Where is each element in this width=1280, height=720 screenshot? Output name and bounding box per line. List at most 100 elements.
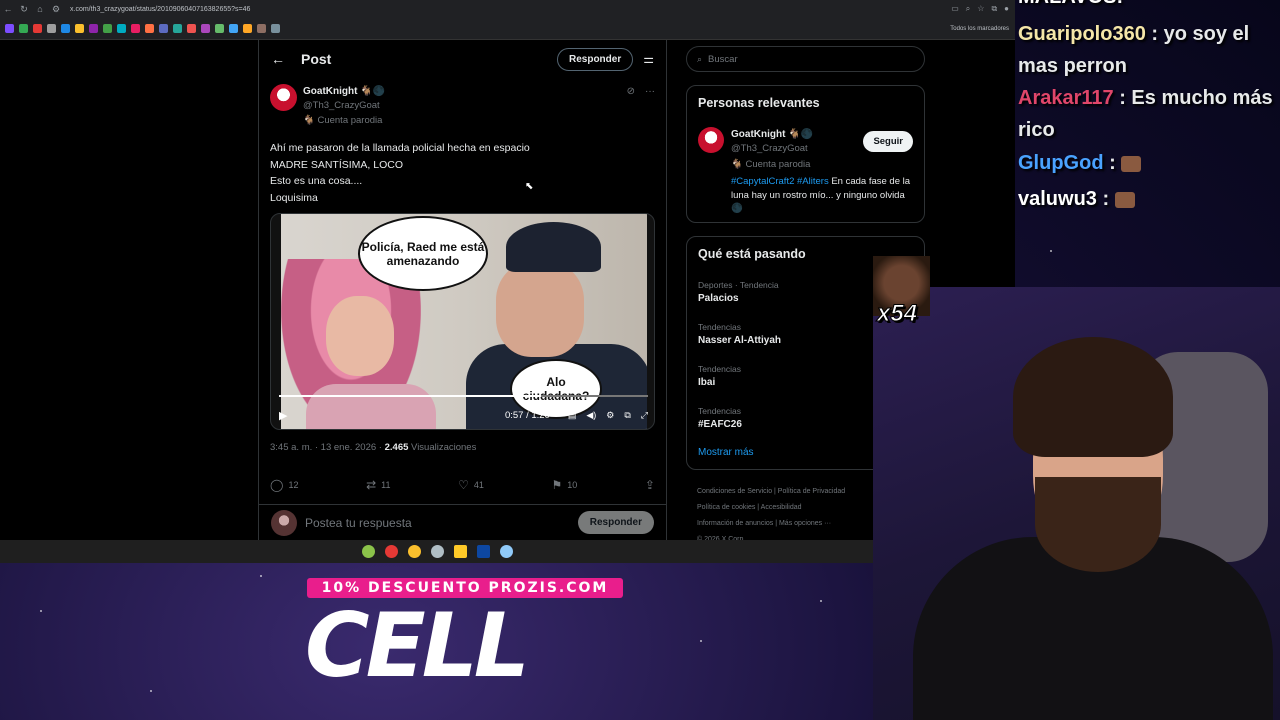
grok-icon[interactable]: ⊘ [627, 86, 635, 97]
back-arrow-icon[interactable]: ← [271, 51, 301, 67]
author-avatar[interactable] [270, 84, 297, 111]
post-column: ← Post Responder ⚌ GoatKnight 🐐🌑 @Th3_Cr… [258, 40, 667, 540]
speech-bubble: Policía, Raed me está amenazando [358, 216, 488, 291]
bookmark-icon[interactable] [131, 24, 140, 33]
chat-text: : [1103, 152, 1122, 174]
bookmark-icon[interactable] [19, 24, 28, 33]
folder-icon[interactable] [454, 545, 467, 558]
bookmark-icon[interactable] [257, 24, 266, 33]
chat-message: valuwu3 : [1018, 188, 1135, 211]
author-handle[interactable]: @Th3_CrazyGoat [303, 100, 380, 111]
bookmark-icon[interactable] [271, 24, 280, 33]
chrome-icon[interactable] [408, 545, 421, 558]
bookmark-icon[interactable] [117, 24, 126, 33]
bookmark-icon[interactable] [47, 24, 56, 33]
bookmark-icon[interactable] [61, 24, 70, 33]
repost-action[interactable]: ⇄ 11 [366, 476, 390, 494]
relevant-name[interactable]: GoatKnight 🐐🌑 [731, 129, 813, 140]
post-text-line: Ahí me pasaron de la llamada policial he… [270, 142, 530, 154]
zoom-icon[interactable]: ⌕ [966, 4, 970, 14]
cell-logo: CELL [305, 594, 530, 697]
trend-category: Tendencias [698, 322, 742, 332]
trend-name: #EAFC26 [698, 419, 742, 430]
like-action[interactable]: ♡ 41 [458, 476, 484, 494]
captions-icon[interactable]: ▤ [568, 410, 577, 421]
trend-item[interactable]: Deportes · Tendencia Palacios [698, 280, 779, 304]
reply-action[interactable]: ◯ 12 [270, 476, 298, 494]
hashtag-link[interactable]: #CapytalCraft2 [731, 176, 794, 187]
app-icon[interactable] [500, 545, 513, 558]
reload-icon[interactable]: ↻ [16, 4, 32, 15]
site-info-icon[interactable]: ⚙ [48, 4, 64, 15]
x-page: ← Post Responder ⚌ GoatKnight 🐐🌑 @Th3_Cr… [0, 40, 1015, 543]
post-text-line: Esto es una cosa.... [270, 175, 363, 187]
trend-item[interactable]: Tendencias Nasser Al-Attiyah [698, 322, 781, 346]
repost-icon: ⇄ [366, 478, 377, 492]
chat-user: valuwu3 [1018, 188, 1097, 210]
play-icon[interactable]: ▶ [279, 409, 293, 422]
video-frame[interactable]: Policía, Raed me está amenazando Alo ciu… [281, 214, 647, 429]
profile-icon[interactable]: ● [1004, 4, 1009, 14]
bookmark-icon[interactable] [243, 24, 252, 33]
bookmark-icon[interactable] [75, 24, 84, 33]
reply-submit-button[interactable]: Responder [577, 511, 654, 534]
url-field[interactable]: x.com/th3_crazygoat/status/2010906040716… [70, 6, 250, 13]
video-progress-bar[interactable] [279, 395, 648, 397]
trend-item[interactable]: Tendencias Ibai [698, 364, 741, 388]
app-icon[interactable] [385, 545, 398, 558]
hashtag-link[interactable]: #Aliters [797, 176, 829, 187]
bookmark-icon[interactable] [229, 24, 238, 33]
parody-tag: 🐐 Cuenta parodia [303, 115, 383, 126]
bookmark-icon[interactable] [103, 24, 112, 33]
app-icon[interactable] [431, 545, 444, 558]
bookmark-icon[interactable] [33, 24, 42, 33]
relevant-avatar[interactable] [698, 127, 724, 153]
share-action[interactable]: ⇪ [645, 476, 655, 494]
trend-item[interactable]: Tendencias #EAFC26 [698, 406, 742, 430]
relevant-handle[interactable]: @Th3_CrazyGoat [731, 143, 808, 154]
volume-icon[interactable]: ◀) [586, 410, 596, 421]
settings-icon[interactable]: ⚙ [606, 410, 614, 421]
bookmark-icon[interactable] [215, 24, 224, 33]
relevant-bio: #CapytalCraft2 #Aliters En cada fase de … [731, 175, 913, 216]
reply-top-button[interactable]: Responder [557, 47, 634, 71]
bookmark-icon[interactable] [201, 24, 210, 33]
extensions-icon[interactable]: ⧉ [991, 4, 997, 14]
more-options-icon[interactable]: ··· [645, 86, 655, 97]
post-timestamp[interactable]: 3:45 a. m. · 13 ene. 2026 · [270, 442, 385, 453]
photoshop-icon[interactable] [477, 545, 490, 558]
cast-icon[interactable]: ▭ [951, 4, 959, 14]
author-actions: ⊘ ··· [627, 86, 655, 97]
bookmark-action[interactable]: ⚑ 10 [552, 476, 578, 494]
video-player[interactable]: Policía, Raed me está amenazando Alo ciu… [270, 213, 655, 430]
reply-input[interactable]: Postea tu respuesta [305, 516, 412, 530]
app-icon[interactable] [362, 545, 375, 558]
bookmark-icon[interactable] [159, 24, 168, 33]
pip-icon[interactable]: ⧉ [624, 410, 630, 421]
user-avatar[interactable] [271, 509, 297, 536]
taskbar [0, 540, 875, 563]
all-bookmarks[interactable]: Todos los marcadores [950, 26, 1015, 32]
back-nav-icon[interactable]: ← [0, 4, 16, 14]
emote-icon [1121, 155, 1142, 172]
search-icon: ⌕ [697, 53, 703, 64]
post-actions: ◯ 12 ⇄ 11 ♡ 41 ⚑ 10 ⇪ [270, 476, 655, 494]
bookmark-icon[interactable] [187, 24, 196, 33]
home-icon[interactable]: ⌂ [32, 4, 48, 14]
bookmark-icon[interactable] [89, 24, 98, 33]
bookmark-icon[interactable] [145, 24, 154, 33]
author-name[interactable]: GoatKnight 🐐🌑 [303, 86, 385, 97]
fullscreen-icon[interactable]: ⤢ [641, 410, 648, 421]
bookmark-icon[interactable] [5, 24, 14, 33]
post-text-line: MADRE SANTÍSIMA, LOCO [270, 158, 404, 171]
trend-name: Palacios [698, 293, 739, 304]
search-input[interactable]: ⌕ Buscar [686, 46, 925, 72]
search-placeholder: Buscar [708, 53, 738, 65]
bookmark-icon[interactable] [173, 24, 182, 33]
reply-icon: ◯ [270, 478, 284, 492]
follow-button[interactable]: Seguir [863, 131, 913, 152]
filter-settings-icon[interactable]: ⚌ [643, 52, 654, 66]
bookmark-star-icon[interactable]: ☆ [977, 4, 984, 14]
chat-partial-line: MALAVOS! [1018, 0, 1123, 9]
show-more-link[interactable]: Mostrar más [698, 447, 754, 458]
